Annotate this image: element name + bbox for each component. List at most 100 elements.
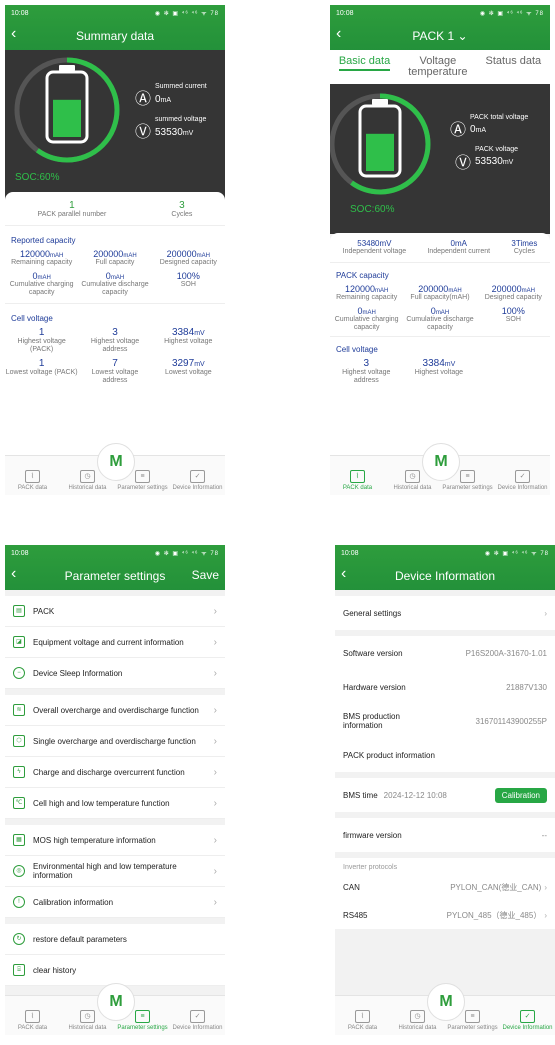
param-item-pack[interactable]: ▤ PACK › <box>5 596 225 627</box>
rs485-row[interactable]: RS485 PYLON_485（德业_485） › <box>335 901 555 929</box>
pack-capacity-grid: 120000mAH Remaining capacity 200000mAH Ful… <box>330 284 550 332</box>
thermometer-icon: ℃ <box>13 797 25 809</box>
page-title[interactable]: PACK 1 ⌄ <box>330 29 550 43</box>
pack-voltage-label: PACK voltage <box>475 146 519 153</box>
pack-cell-title: Cell voltage <box>330 336 550 358</box>
restore-default-button[interactable]: ↻ restore default parameters <box>5 924 225 955</box>
status-bar: 10:08 ◉ ✻ ▣ ⁴⁶ ⁴⁶ ᯤ 78 <box>5 5 225 21</box>
tab-device-information[interactable]: ✓ Device Information <box>500 1010 555 1032</box>
environment-icon: ◎ <box>13 865 25 877</box>
battery-panel: SOC:60% Ⓐ PACK total voltage 0mA Ⓥ PACK … <box>330 84 550 234</box>
settings-icon: ≡ <box>135 470 150 483</box>
pack-product-row[interactable]: PACK product information <box>335 738 555 772</box>
independent-current: 0mA Independent current <box>427 239 491 255</box>
app-logo[interactable]: M <box>427 983 465 1021</box>
clear-history-button[interactable]: ⌸ clear history <box>5 955 225 986</box>
capacity-cell-3: 0mAH Cumulative charging capacity <box>9 271 74 296</box>
param-item-sleep[interactable]: − Device Sleep Information › <box>5 658 225 689</box>
general-settings-row[interactable]: General settings › <box>335 596 555 630</box>
cell-3: 1 Lowest voltage (PACK) <box>5 358 78 376</box>
pack-data-icon: ⌇ <box>25 470 40 483</box>
status-bar: 10:08 ◉ ✻ ▣ ⁴⁶ ⁴⁶ ᯤ 78 <box>336 9 544 18</box>
param-item-mos[interactable]: ▦ MOS high temperature information › <box>5 825 225 856</box>
pack-tabs: Basic data Voltage temperature Status da… <box>330 50 550 84</box>
param-group-2: ≋ Overall overcharge and overdischarge fu… <box>5 695 225 819</box>
pcap-0: 120000mAH Remaining capacity <box>336 284 398 301</box>
cell-voltage-title: Cell voltage <box>5 303 225 327</box>
back-icon[interactable]: ‹ <box>11 565 16 583</box>
chevron-right-icon: › <box>213 667 217 679</box>
chip-icon: ▦ <box>13 834 25 846</box>
param-item-equipment[interactable]: ◪ Equipment voltage and current informati… <box>5 627 225 658</box>
back-icon[interactable]: ‹ <box>341 565 346 583</box>
cell-5: 3297mV Lowest voltage <box>164 358 212 376</box>
param-item-cell-temperature[interactable]: ℃ Cell high and low temperature function › <box>5 788 225 819</box>
header: 10:08 ◉ ✻ ▣ ⁴⁶ ⁴⁶ ᯤ 78 ‹ Parameter settin… <box>5 545 225 590</box>
cell-2: 3384mV Highest voltage <box>164 327 213 345</box>
layers-icon: ≋ <box>13 704 25 716</box>
sleep-icon: − <box>13 667 25 679</box>
app-logo[interactable]: M <box>97 443 135 481</box>
summed-current-value: 0mA <box>155 94 172 105</box>
param-item-calibration[interactable]: ! Calibration information › <box>5 887 225 918</box>
cycles: 3 Cycles <box>171 200 193 218</box>
tab-pack-data[interactable]: ⌇ PACK data <box>330 470 385 492</box>
app-logo[interactable]: M <box>97 983 135 1021</box>
param-item-environment[interactable]: ◎ Environmental high and low temperature … <box>5 856 225 887</box>
param-group-4: ↻ restore default parameters ⌸ clear histo… <box>5 924 225 986</box>
page-title: Device Information <box>394 568 496 583</box>
voltage-icon: Ⓥ <box>455 155 472 172</box>
restore-icon: ↻ <box>13 933 25 945</box>
history-icon: ◷ <box>405 470 420 483</box>
cell-0: 1 Highest voltage (PACK) <box>17 327 66 353</box>
can-row[interactable]: CAN PYLON_CAN(德业_CAN) › <box>335 873 555 901</box>
info-icon: ! <box>13 896 25 908</box>
pack-parallel: 1 PACK parallel number <box>37 200 107 218</box>
pack-capacity-title: PACK capacity <box>330 262 550 284</box>
pack-card: 53480mV Independent voltage 0mA Independen… <box>330 233 550 463</box>
param-item-overall-overcharge[interactable]: ≋ Overall overcharge and overdischarge fu… <box>5 695 225 726</box>
chevron-right-icon: › <box>544 608 547 618</box>
pcell-0: 3 Highest voltage address <box>342 358 391 384</box>
status-bar: 10:08 ◉ ✻ ▣ ⁴⁶ ⁴⁶ ᯤ 78 <box>11 549 219 558</box>
back-icon[interactable]: ‹ <box>11 25 16 43</box>
save-button[interactable]: Save <box>192 568 219 582</box>
summary-stats: 1 PACK parallel number 3 Cycles <box>5 192 225 219</box>
tab-voltage-temperature[interactable]: Voltage temperature <box>408 56 468 78</box>
device-screen: 10:08 ◉ ✻ ▣ ⁴⁶ ⁴⁶ ᯤ 78 ‹ Device Informati… <box>335 545 555 1035</box>
tab-device-information[interactable]: ✓ Device Information <box>170 470 225 492</box>
voltage-icon: Ⓥ <box>135 124 152 141</box>
pack-icon: ▤ <box>13 605 25 617</box>
tab-status-data[interactable]: Status data <box>486 56 542 67</box>
app-logo[interactable]: M <box>422 443 460 481</box>
inverter-title: Inverter protocols <box>343 864 398 871</box>
summary-card: 1 PACK parallel number 3 Cycles Reported… <box>5 192 225 462</box>
cell-1: 3 Highest voltage address <box>90 327 140 353</box>
device-icon: ✓ <box>515 470 530 483</box>
calibration-button[interactable]: Calibration <box>494 787 547 803</box>
reported-capacity-title: Reported capacity <box>5 225 225 249</box>
summed-current-label: Summed current <box>155 83 207 90</box>
tab-pack-data[interactable]: ⌇ PACK data <box>335 1010 390 1032</box>
tab-pack-data[interactable]: ⌇ PACK data <box>5 470 60 492</box>
total-voltage-label: PACK total voltage <box>470 114 529 121</box>
param-item-single-overcharge[interactable]: ⬡ Single overcharge and overdischarge fun… <box>5 726 225 757</box>
pack-data-icon: ⌇ <box>350 470 365 483</box>
capacity-cell-0: 120000mAH Remaining capacity <box>11 249 73 266</box>
param-item-overcurrent[interactable]: ϟ Charge and discharge overcurrent functi… <box>5 757 225 788</box>
tab-device-information[interactable]: ✓ Device Information <box>495 470 550 492</box>
param-group-3: ▦ MOS high temperature information › ◎ Envi… <box>5 825 225 918</box>
independent-voltage: 53480mV Independent voltage <box>342 239 407 255</box>
chevron-down-icon: ⌄ <box>457 28 468 43</box>
summed-voltage-label: summed voltage <box>155 116 207 123</box>
summary-screen: 10:08 ◉ ✻ ▣ ⁴⁶ ⁴⁶ ᯤ 78 ‹ Summary data SO… <box>5 5 225 495</box>
pcap-5: 100% SOH <box>501 306 525 323</box>
current-icon: Ⓐ <box>450 122 467 139</box>
hexagon-icon: ⬡ <box>13 735 25 747</box>
tab-pack-data[interactable]: ⌇ PACK data <box>5 1010 60 1032</box>
back-icon[interactable]: ‹ <box>336 25 341 43</box>
tab-device-information[interactable]: ✓ Device Information <box>170 1010 225 1032</box>
capacity-cell-5: 100% SOH <box>176 271 200 288</box>
tab-basic-data[interactable]: Basic data <box>338 56 391 71</box>
header: 10:08 ◉ ✻ ▣ ⁴⁶ ⁴⁶ ᯤ 78 ‹ PACK 1 ⌄ <box>330 5 550 50</box>
